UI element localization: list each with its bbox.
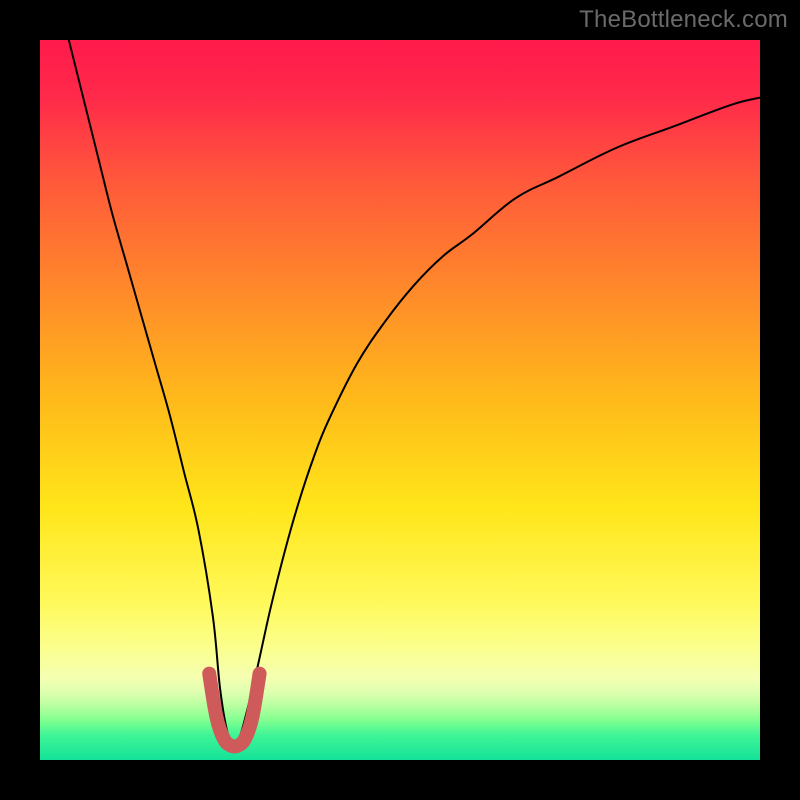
bottleneck-chart (40, 40, 760, 760)
gradient-background (40, 40, 760, 760)
watermark-text: TheBottleneck.com (579, 6, 788, 34)
plot-area (40, 40, 760, 760)
chart-frame: TheBottleneck.com (0, 0, 800, 800)
